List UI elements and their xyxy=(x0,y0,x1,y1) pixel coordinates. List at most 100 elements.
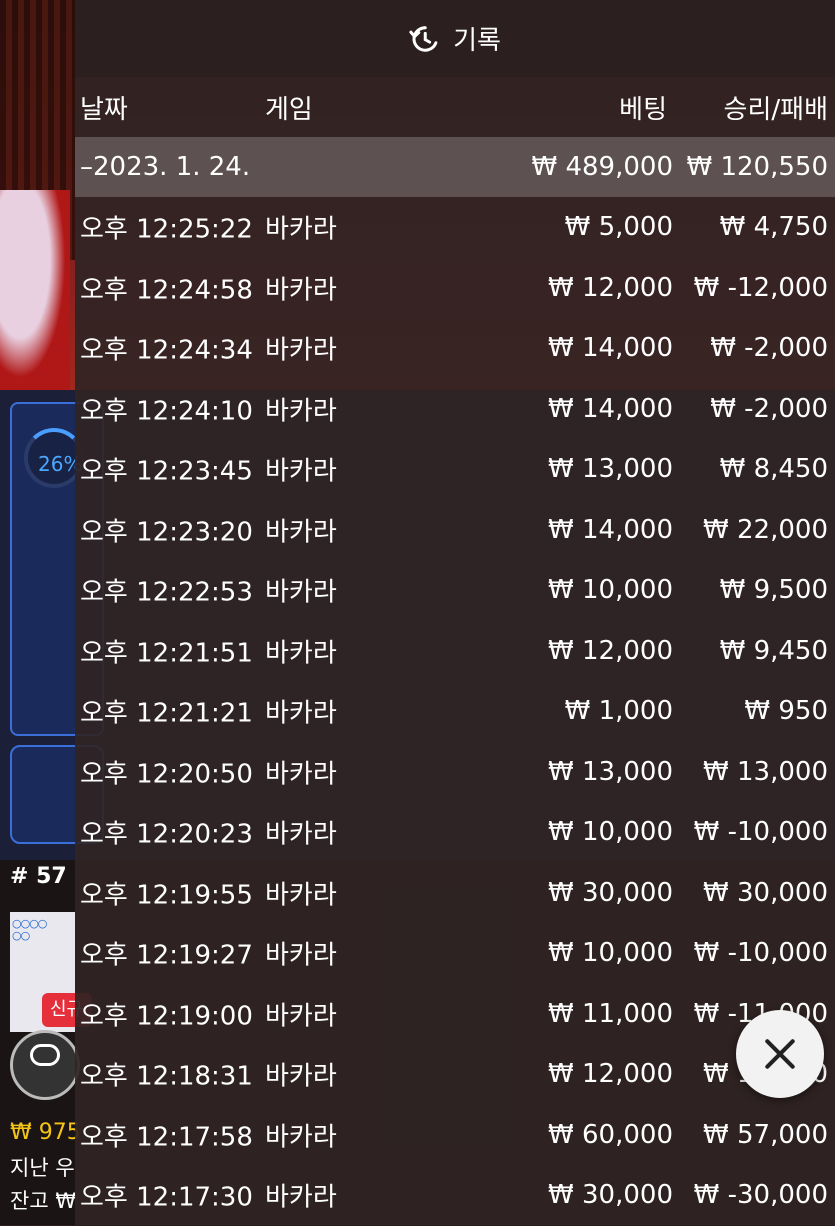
history-row[interactable]: 오후 12:24:34 바카라 ₩ 14,000 ₩ -2,000 xyxy=(75,318,835,379)
row-game: 바카라 xyxy=(265,275,337,306)
row-bet: ₩ 12,000 xyxy=(548,635,673,666)
dealer-figure xyxy=(0,190,70,390)
row-game: 바카라 xyxy=(265,1001,337,1032)
row-bet: ₩ 14,000 xyxy=(548,333,673,364)
row-result: ₩ -2,000 xyxy=(710,333,828,364)
history-row[interactable]: 오후 12:17:58 바카라 ₩ 60,000 ₩ 57,000 xyxy=(75,1105,835,1166)
row-game: 바카라 xyxy=(265,396,337,427)
date-summary-row[interactable]: –2023. 1. 24. ₩ 489,000 ₩ 120,550 xyxy=(75,137,835,197)
row-time: 오후 12:24:34 xyxy=(80,335,253,366)
row-result: ₩ -30,000 xyxy=(693,1180,828,1211)
row-result: ₩ 13,000 xyxy=(703,756,828,787)
row-bet: ₩ 10,000 xyxy=(548,938,673,969)
row-bet: ₩ 13,000 xyxy=(548,454,673,485)
summary-bet: ₩ 489,000 xyxy=(531,152,674,182)
col-date: 날짜 xyxy=(80,94,128,125)
row-bet: ₩ 10,000 xyxy=(548,575,673,606)
row-game: 바카라 xyxy=(265,214,337,245)
col-result: 승리/패배 xyxy=(723,94,828,125)
row-game: 바카라 xyxy=(265,1061,337,1092)
row-time: 오후 12:18:31 xyxy=(80,1061,253,1092)
history-row[interactable]: 오후 12:24:58 바카라 ₩ 12,000 ₩ -12,000 xyxy=(75,258,835,319)
row-time: 오후 12:24:58 xyxy=(80,275,253,306)
history-row[interactable]: 오후 12:24:10 바카라 ₩ 14,000 ₩ -2,000 xyxy=(75,379,835,440)
history-row[interactable]: 오후 12:21:21 바카라 ₩ 1,000 ₩ 950 xyxy=(75,681,835,742)
row-bet: ₩ 13,000 xyxy=(548,756,673,787)
balance-amount: ₩ 975 xyxy=(10,1120,81,1145)
history-list: 오후 12:25:22 바카라 ₩ 5,000 ₩ 4,750 오후 12:24:58 바… xyxy=(75,197,835,1226)
history-row[interactable]: 오후 12:25:22 바카라 ₩ 5,000 ₩ 4,750 xyxy=(75,197,835,258)
history-icon xyxy=(409,25,438,52)
column-headers: 날짜 게임 베팅 승리/패배 xyxy=(75,77,835,137)
row-game: 바카라 xyxy=(265,517,337,548)
row-result: ₩ -10,000 xyxy=(693,817,828,848)
row-bet: ₩ 10,000 xyxy=(548,817,673,848)
balance-label: 잔고 ₩ xyxy=(10,1189,77,1213)
history-row[interactable]: 오후 12:19:55 바카라 ₩ 30,000 ₩ 30,000 xyxy=(75,863,835,924)
row-bet: ₩ 14,000 xyxy=(548,514,673,545)
row-time: 오후 12:21:21 xyxy=(80,698,253,729)
col-bet: 베팅 xyxy=(619,94,667,125)
row-bet: ₩ 30,000 xyxy=(548,877,673,908)
row-result: ₩ 9,500 xyxy=(719,575,828,606)
row-game: 바카라 xyxy=(265,456,337,487)
row-game: 바카라 xyxy=(265,577,337,608)
row-time: 오후 12:25:22 xyxy=(80,214,253,245)
panel-title: 기록 xyxy=(453,26,501,56)
last-win-label: 지난 우 xyxy=(10,1156,75,1180)
history-row[interactable]: 오후 12:19:27 바카라 ₩ 10,000 ₩ -10,000 xyxy=(75,923,835,984)
row-time: 오후 12:19:27 xyxy=(80,940,253,971)
row-bet: ₩ 1,000 xyxy=(564,696,673,727)
history-row[interactable]: 오후 12:20:23 바카라 ₩ 10,000 ₩ -10,000 xyxy=(75,802,835,863)
row-game: 바카라 xyxy=(265,1122,337,1153)
panel-header: 기록 xyxy=(75,0,835,77)
row-time: 오후 12:20:50 xyxy=(80,759,253,790)
row-result: ₩ 30,000 xyxy=(703,877,828,908)
table-icon xyxy=(30,1044,60,1066)
history-row[interactable]: 오후 12:22:53 바카라 ₩ 10,000 ₩ 9,500 xyxy=(75,560,835,621)
row-time: 오후 12:22:53 xyxy=(80,577,253,608)
history-row[interactable]: 오후 12:17:30 바카라 ₩ 30,000 ₩ -30,000 xyxy=(75,1165,835,1226)
row-bet: ₩ 12,000 xyxy=(548,272,673,303)
row-result: ₩ -10,000 xyxy=(693,938,828,969)
row-result: ₩ 4,750 xyxy=(719,212,828,243)
row-time: 오후 12:17:58 xyxy=(80,1122,253,1153)
row-time: 오후 12:24:10 xyxy=(80,396,253,427)
row-bet: ₩ 5,000 xyxy=(564,212,673,243)
row-time: 오후 12:21:51 xyxy=(80,638,253,669)
row-game: 바카라 xyxy=(265,638,337,669)
history-row[interactable]: 오후 12:23:20 바카라 ₩ 14,000 ₩ 22,000 xyxy=(75,500,835,561)
row-game: 바카라 xyxy=(265,1182,337,1213)
history-row[interactable]: 오후 12:21:51 바카라 ₩ 12,000 ₩ 9,450 xyxy=(75,621,835,682)
row-time: 오후 12:20:23 xyxy=(80,819,253,850)
row-game: 바카라 xyxy=(265,698,337,729)
row-bet: ₩ 30,000 xyxy=(548,1180,673,1211)
row-time: 오후 12:19:00 xyxy=(80,1001,253,1032)
row-time: 오후 12:17:30 xyxy=(80,1182,253,1213)
row-game: 바카라 xyxy=(265,335,337,366)
history-row[interactable]: 오후 12:18:31바카라₩ 12,000₩ 12,000 xyxy=(75,1044,835,1105)
history-row[interactable]: 오후 12:19:00바카라₩ 11,000₩ -11,000 xyxy=(75,984,835,1045)
row-result: ₩ 57,000 xyxy=(703,1119,828,1150)
row-result: ₩ 9,450 xyxy=(719,635,828,666)
row-bet: ₩ 60,000 xyxy=(548,1119,673,1150)
road-map-icon: ○○○○ ○○ xyxy=(12,917,47,942)
close-button[interactable] xyxy=(736,1010,824,1098)
row-result: ₩ 950 xyxy=(744,696,828,727)
row-time: 오후 12:23:45 xyxy=(80,456,253,487)
row-game: 바카라 xyxy=(265,940,337,971)
row-game: 바카라 xyxy=(265,880,337,911)
row-result: ₩ -2,000 xyxy=(710,393,828,424)
row-game: 바카라 xyxy=(265,759,337,790)
summary-result: ₩ 120,550 xyxy=(686,152,829,182)
row-bet: ₩ 12,000 xyxy=(548,1059,673,1090)
summary-date: –2023. 1. 24. xyxy=(80,152,251,182)
row-bet: ₩ 14,000 xyxy=(548,393,673,424)
history-row[interactable]: 오후 12:23:45 바카라 ₩ 13,000 ₩ 8,450 xyxy=(75,439,835,500)
row-time: 오후 12:19:55 xyxy=(80,880,253,911)
row-bet: ₩ 11,000 xyxy=(548,998,673,1029)
history-row[interactable]: 오후 12:20:50 바카라 ₩ 13,000 ₩ 13,000 xyxy=(75,742,835,803)
row-result: ₩ 22,000 xyxy=(703,514,828,545)
history-panel: 기록 날짜 게임 베팅 승리/패배 –2023. 1. 24. ₩ 489,00… xyxy=(75,0,835,1225)
round-number: # 57 xyxy=(10,864,67,889)
